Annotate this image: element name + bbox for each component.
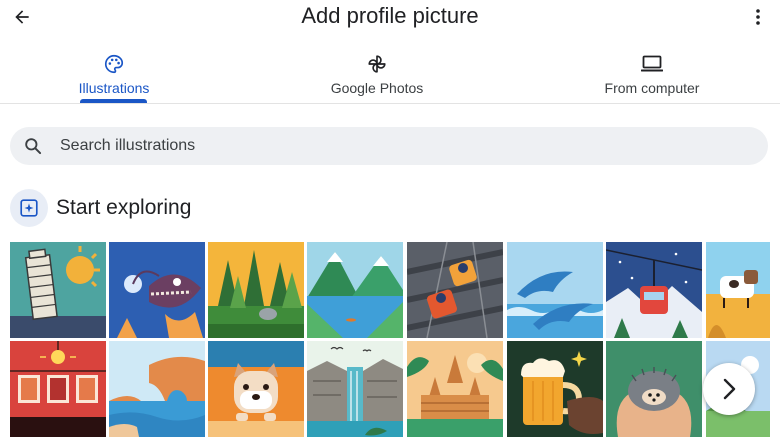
illustration-cable-car[interactable] (606, 242, 702, 338)
tab-label: Google Photos (330, 80, 424, 96)
next-page-button[interactable] (703, 363, 755, 415)
sparkle-frame-icon (10, 189, 48, 227)
top-app-bar: Add profile picture (0, 0, 780, 40)
illustration-lightbulb-photos[interactable] (10, 341, 106, 437)
search-icon (23, 136, 43, 156)
illustration-cow-field[interactable] (706, 242, 770, 338)
source-tabs: Illustrations Google Photos From compute… (0, 40, 780, 104)
tab-illustrations[interactable]: Illustrations (74, 40, 154, 103)
active-tab-indicator (80, 99, 147, 103)
search-input[interactable] (60, 137, 660, 155)
illustration-coastal-cliffs[interactable] (109, 341, 205, 437)
more-options-button[interactable] (748, 4, 768, 30)
more-vert-icon (756, 9, 760, 25)
tab-google-photos[interactable]: Google Photos (326, 40, 428, 103)
palette-icon (103, 51, 125, 77)
section-title: Start exploring (56, 196, 192, 219)
tab-label: From computer (604, 80, 700, 96)
pinwheel-icon (366, 51, 388, 77)
illustration-hedgehog-in-hands[interactable] (606, 341, 702, 437)
illustration-roller-coaster[interactable] (407, 242, 503, 338)
illustration-dog-face[interactable] (208, 341, 304, 437)
illustration-anglerfish[interactable] (109, 242, 205, 338)
section-header: Start exploring (10, 189, 191, 227)
tab-label: Illustrations (78, 80, 150, 96)
laptop-icon (640, 51, 664, 77)
illustration-beer-mug[interactable] (507, 341, 603, 437)
illustration-temple[interactable] (407, 341, 503, 437)
illustration-dolphins[interactable] (507, 242, 603, 338)
illustration-forest-with-fox[interactable] (208, 242, 304, 338)
illustration-waterfall[interactable] (307, 341, 403, 437)
tab-from-computer[interactable]: From computer (600, 40, 704, 103)
illustration-mountain-lake-kayak[interactable] (307, 242, 403, 338)
search-bar[interactable] (10, 127, 768, 165)
page-title: Add profile picture (301, 3, 479, 28)
illustration-leaning-tower[interactable] (10, 242, 106, 338)
chevron-right-icon (723, 378, 736, 400)
